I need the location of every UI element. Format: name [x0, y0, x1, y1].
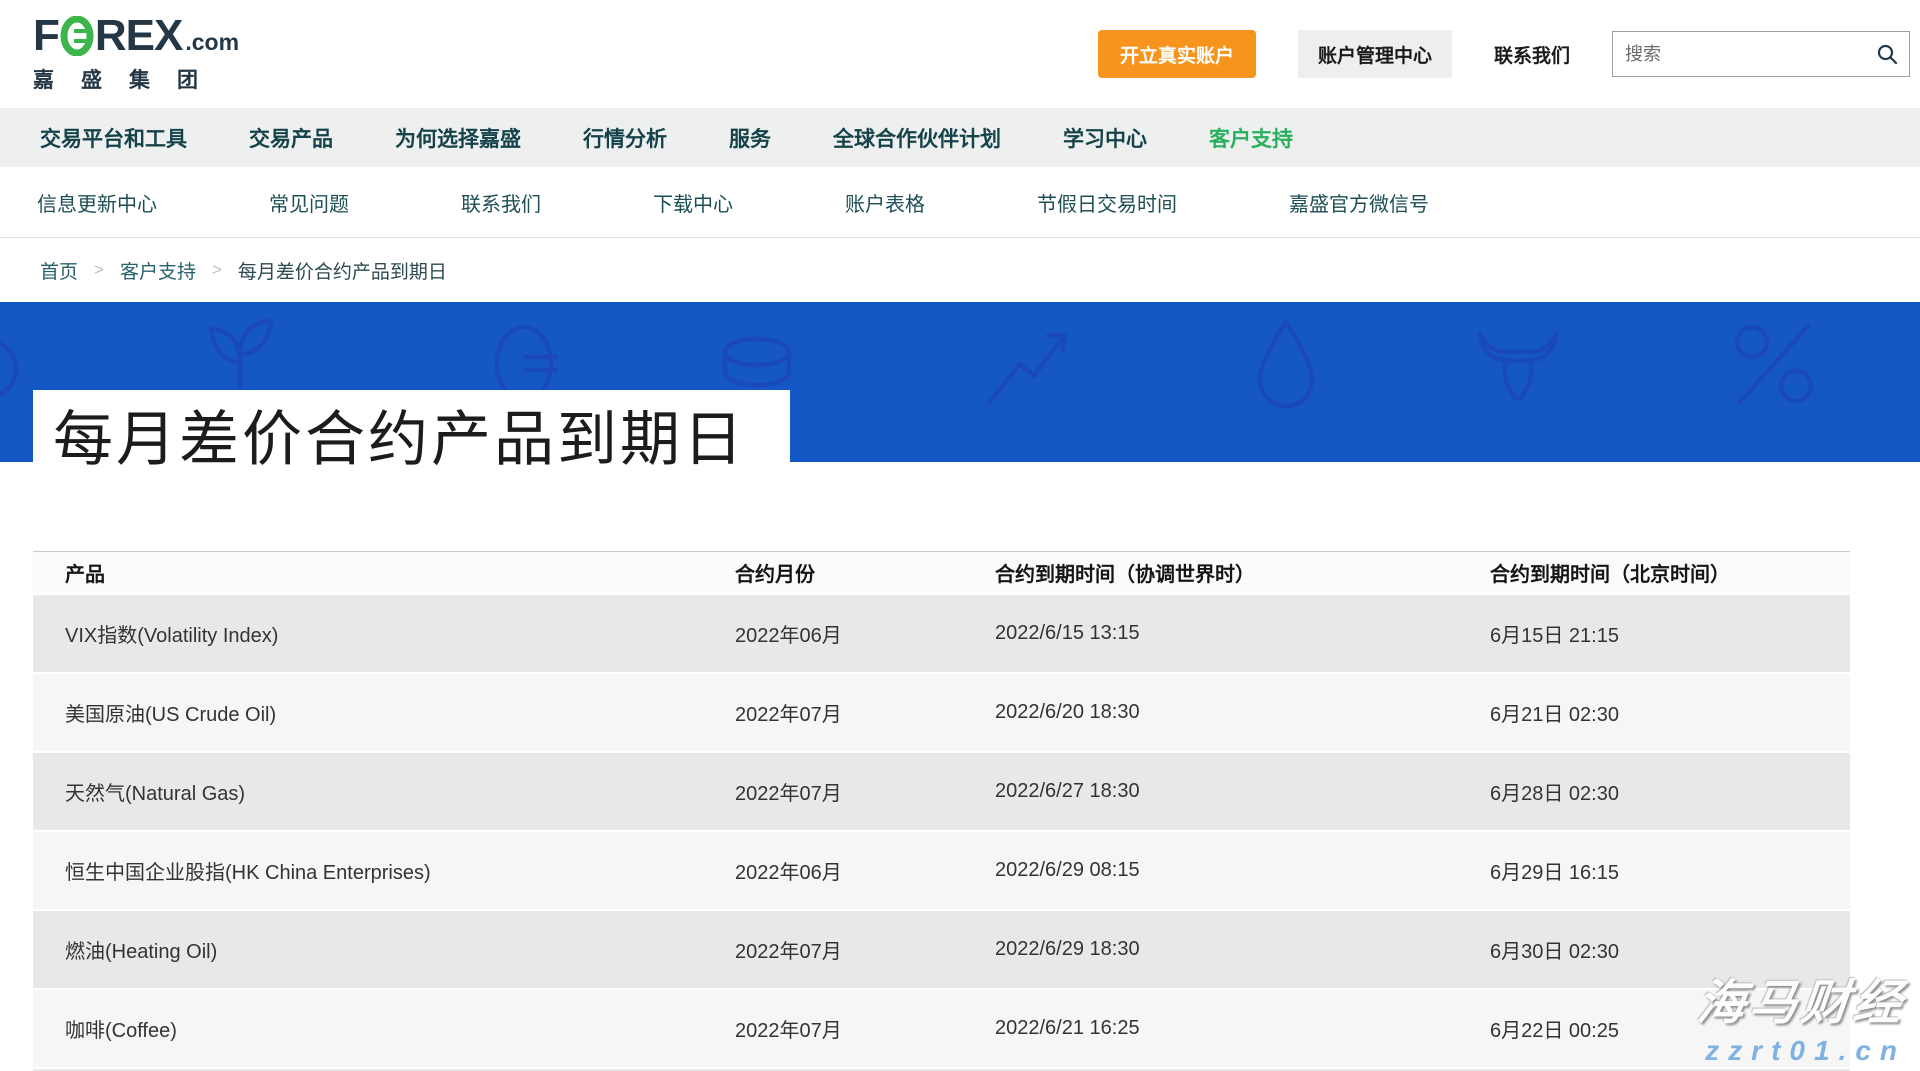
logo-text-f: F [33, 14, 59, 58]
cell-contract-month: 2022年07月 [735, 698, 995, 727]
subnav-item-faq[interactable]: 常见问题 [269, 188, 349, 217]
cell-expiry-beijing: 6月21日 02:30 [1490, 698, 1850, 727]
search-input[interactable] [1625, 44, 1875, 65]
subnav-item-holiday-hours[interactable]: 节假日交易时间 [1037, 188, 1177, 217]
cell-product: 咖啡(Coffee) [33, 1014, 735, 1043]
cell-contract-month: 2022年07月 [735, 1014, 995, 1043]
breadcrumb-current-page: 每月差价合约产品到期日 [238, 257, 447, 284]
nav-item-partner-program[interactable]: 全球合作伙伴计划 [833, 123, 1001, 153]
bull-icon [1468, 314, 1568, 414]
cell-expiry-utc: 2022/6/29 08:15 [995, 859, 1490, 882]
table-row: VIX指数(Volatility Index) 2022年06月 2022/6/… [33, 595, 1850, 672]
logo-text-rex: REX [95, 14, 182, 58]
droplet-icon [1236, 314, 1336, 414]
nav-item-trading-products[interactable]: 交易产品 [249, 123, 333, 153]
header-actions: 开立真实账户 账户管理中心 联系我们 [1098, 30, 1910, 78]
column-header-expiry-utc: 合约到期时间（协调世界时） [995, 558, 1490, 587]
nav-item-learning-center[interactable]: 学习中心 [1063, 123, 1147, 153]
page: F REX .com 嘉盛集团 开立真实账户 账户管理中心 联系我们 交易平台和… [0, 0, 1920, 1071]
search-box[interactable] [1612, 31, 1910, 77]
nav-item-why-us[interactable]: 为何选择嘉盛 [395, 123, 521, 153]
cell-expiry-utc: 2022/6/29 18:30 [995, 938, 1490, 961]
nav-item-market-analysis[interactable]: 行情分析 [583, 123, 667, 153]
subnav-item-account-forms[interactable]: 账户表格 [845, 188, 925, 217]
logo-text-com: .com [185, 29, 239, 56]
cell-expiry-beijing: 6月30日 02:30 [1490, 935, 1850, 964]
cell-expiry-utc: 2022/6/20 18:30 [995, 701, 1490, 724]
cell-product: 美国原油(US Crude Oil) [33, 698, 735, 727]
cell-contract-month: 2022年06月 [735, 856, 995, 885]
subnav-item-info-updates[interactable]: 信息更新中心 [37, 188, 157, 217]
logo-chinese-name: 嘉盛集团 [33, 64, 239, 94]
cell-expiry-utc: 2022/6/15 13:15 [995, 622, 1490, 645]
main-navigation: 交易平台和工具 交易产品 为何选择嘉盛 行情分析 服务 全球合作伙伴计划 学习中… [0, 108, 1920, 167]
percent-icon [1719, 314, 1829, 414]
page-title: 每月差价合约产品到期日 [53, 391, 746, 478]
cell-contract-month: 2022年07月 [735, 777, 995, 806]
cell-product: 燃油(Heating Oil) [33, 935, 735, 964]
nav-item-trading-platforms[interactable]: 交易平台和工具 [40, 123, 187, 153]
subnav-item-official-wechat[interactable]: 嘉盛官方微信号 [1289, 188, 1429, 217]
forex-logo[interactable]: F REX .com 嘉盛集团 [33, 14, 239, 94]
sprout-icon [190, 304, 290, 404]
cell-contract-month: 2022年07月 [735, 935, 995, 964]
table-row: 咖啡(Coffee) 2022年07月 2022/6/21 16:25 6月22… [33, 990, 1850, 1067]
table-row: 恒生中国企业股指(HK China Enterprises) 2022年06月 … [33, 832, 1850, 909]
breadcrumb-customer-support[interactable]: 客户支持 [120, 257, 196, 284]
cell-expiry-beijing: 6月29日 16:15 [1490, 856, 1850, 885]
subnav-item-download-center[interactable]: 下载中心 [653, 188, 733, 217]
column-header-product: 产品 [33, 558, 735, 587]
subnav-item-contact-us[interactable]: 联系我们 [461, 188, 541, 217]
nav-item-customer-support[interactable]: 客户支持 [1209, 123, 1293, 153]
page-title-box: 每月差价合约产品到期日 [33, 390, 790, 478]
top-header: F REX .com 嘉盛集团 开立真实账户 账户管理中心 联系我们 [0, 0, 1920, 108]
cell-expiry-beijing: 6月15日 21:15 [1490, 619, 1850, 648]
account-management-button[interactable]: 账户管理中心 [1298, 30, 1452, 78]
table-row: 美国原油(US Crude Oil) 2022年07月 2022/6/20 18… [33, 674, 1850, 751]
breadcrumb-home[interactable]: 首页 [40, 257, 78, 284]
cell-expiry-beijing: 6月22日 00:25 [1490, 1014, 1850, 1043]
trend-up-icon [978, 314, 1078, 414]
breadcrumb-separator: > [212, 260, 222, 280]
cell-expiry-utc: 2022/6/27 18:30 [995, 780, 1490, 803]
forex-logo-wordmark: F REX .com [33, 14, 239, 58]
cell-product: 天然气(Natural Gas) [33, 777, 735, 806]
table-header-row: 产品 合约月份 合约到期时间（协调世界时） 合约到期时间（北京时间） [33, 551, 1850, 593]
open-real-account-button[interactable]: 开立真实账户 [1098, 30, 1256, 78]
table-row: 燃油(Heating Oil) 2022年07月 2022/6/29 18:30… [33, 911, 1850, 988]
cell-product: VIX指数(Volatility Index) [33, 619, 735, 648]
expiry-table: 产品 合约月份 合约到期时间（协调世界时） 合约到期时间（北京时间） VIX指数… [33, 551, 1850, 1071]
cell-product: 恒生中国企业股指(HK China Enterprises) [33, 856, 735, 885]
contact-us-link[interactable]: 联系我们 [1494, 41, 1570, 68]
cell-contract-month: 2022年06月 [735, 619, 995, 648]
column-header-expiry-beijing: 合约到期时间（北京时间） [1490, 558, 1850, 587]
cell-expiry-beijing: 6月28日 02:30 [1490, 777, 1850, 806]
table-row: 天然气(Natural Gas) 2022年07月 2022/6/27 18:3… [33, 753, 1850, 830]
sub-navigation: 信息更新中心 常见问题 联系我们 下载中心 账户表格 节假日交易时间 嘉盛官方微… [0, 167, 1920, 238]
logo-green-coin-icon [60, 16, 94, 56]
breadcrumb: 首页 > 客户支持 > 每月差价合约产品到期日 [0, 238, 1920, 302]
breadcrumb-separator: > [94, 260, 104, 280]
cell-expiry-utc: 2022/6/21 16:25 [995, 1017, 1490, 1040]
search-icon[interactable] [1875, 42, 1899, 66]
column-header-contract-month: 合约月份 [735, 558, 995, 587]
nav-item-services[interactable]: 服务 [729, 123, 771, 153]
